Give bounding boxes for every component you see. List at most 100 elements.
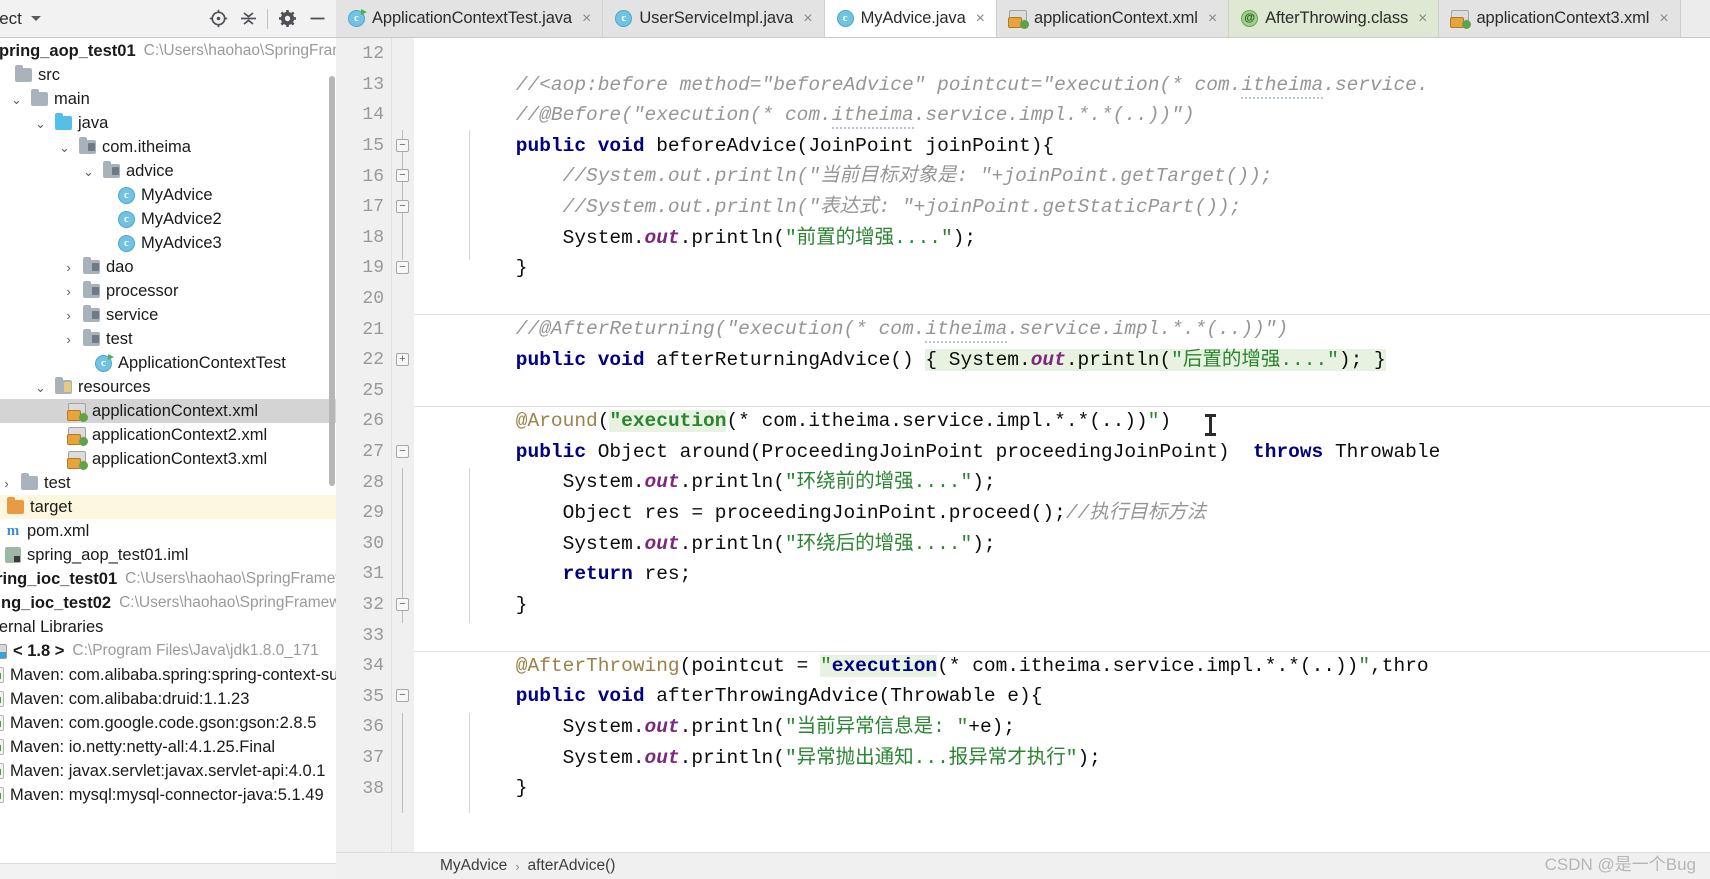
folder-icon	[21, 473, 38, 490]
tree-row[interactable]: › test	[0, 471, 336, 495]
fold-collapse-icon[interactable]: −	[396, 199, 409, 213]
line-number: 22	[362, 350, 384, 371]
tree-item-applicationcontext-xml[interactable]: applicationContext.xml	[0, 399, 336, 423]
project-panel-header: oject	[0, 0, 336, 37]
tree-row[interactable]: › test	[0, 327, 336, 351]
fold-collapse-icon[interactable]: −	[396, 261, 409, 275]
tree-row[interactable]: › processor	[0, 279, 336, 303]
project-panel-title[interactable]: oject	[0, 9, 22, 29]
tree-item-maven-lib[interactable]: Maven: io.netty:netty-all:4.1.25.Final	[0, 735, 336, 759]
tree-row[interactable]: ⌄ resources	[0, 375, 336, 399]
expand-arrow[interactable]: ›	[62, 333, 75, 346]
fold-collapse-icon[interactable]: −	[396, 597, 409, 611]
close-icon[interactable]: ×	[976, 10, 985, 27]
fold-expand-icon[interactable]: +	[396, 352, 409, 366]
tree-row[interactable]: ⌄ main	[0, 87, 336, 111]
expand-arrow[interactable]: ›	[0, 477, 13, 490]
tree-item-label: xternal Libraries	[0, 617, 104, 636]
editor-tab-afterthrowing-class[interactable]: @ AfterThrowing.class ×	[1229, 0, 1440, 37]
breadcrumb-method[interactable]: afterAdvice()	[528, 857, 616, 875]
tree-row[interactable]: ⌄ advice	[0, 159, 336, 183]
tree-item-maven-lib[interactable]: Maven: mysql:mysql-connector-java:5.1.49	[0, 783, 336, 807]
source-folder-icon	[55, 113, 72, 130]
editor-tab-applicationcontext-xml[interactable]: applicationContext.xml ×	[997, 0, 1230, 37]
expand-arrow[interactable]: ›	[62, 261, 75, 274]
maven-library-icon	[0, 715, 4, 731]
breadcrumb-class[interactable]: MyAdvice	[440, 857, 507, 875]
project-tree[interactable]: pring_aop_test01 C:\Users\haohao\SpringF…	[0, 38, 336, 879]
fold-collapse-icon[interactable]: −	[396, 689, 409, 703]
tree-row[interactable]: c MyAdvice	[0, 183, 336, 207]
tree-item-spring-ioc-test02[interactable]: ring_ioc_test02 C:\Users\haohao\SpringFr…	[0, 591, 336, 615]
project-tree-scrollbar[interactable]	[329, 76, 335, 486]
tree-item-label: resources	[78, 377, 151, 396]
package-icon	[79, 137, 96, 154]
tree-item-applicationcontext3-xml[interactable]: applicationContext3.xml	[0, 447, 336, 471]
expand-arrow[interactable]: ⌄	[34, 381, 47, 394]
tree-item-label: MyAdvice	[141, 185, 213, 204]
fold-collapse-icon[interactable]: −	[396, 169, 409, 183]
tree-bottom-strip	[0, 863, 336, 879]
tree-row[interactable]: › service	[0, 303, 336, 327]
tree-item-applicationcontext2-xml[interactable]: applicationContext2.xml	[0, 423, 336, 447]
collapse-all-icon[interactable]	[233, 4, 263, 34]
tree-item-maven-lib[interactable]: Maven: com.google.code.gson:gson:2.8.5	[0, 711, 336, 735]
code-line-15: public void beforeAdvice(JoinPoint joinP…	[469, 134, 1055, 157]
tree-item-jdk[interactable]: < 1.8 > C:\Program Files\Java\jdk1.8.0_1…	[0, 639, 336, 663]
close-icon[interactable]: ×	[582, 10, 591, 27]
editor-tab-userserviceimpl[interactable]: c UserServiceImpl.java ×	[603, 0, 825, 37]
line-number: 20	[362, 289, 384, 310]
tree-item-external-libraries[interactable]: xternal Libraries	[0, 615, 336, 639]
chevron-down-icon[interactable]	[30, 16, 41, 21]
locate-icon[interactable]	[203, 4, 233, 34]
top-bar: oject c ApplicationC	[0, 0, 1710, 38]
breadcrumb[interactable]: MyAdvice › afterAdvice()	[336, 852, 1710, 879]
tree-item-pom-xml[interactable]: m pom.xml	[0, 519, 336, 543]
expand-arrow[interactable]: ›	[62, 285, 75, 298]
tree-item-maven-lib[interactable]: Maven: com.alibaba.spring:spring-context…	[0, 663, 336, 687]
tree-item-spring-ioc-test01[interactable]: pring_ioc_test01 C:\Users\haohao\SpringF…	[0, 567, 336, 591]
line-number: 38	[362, 778, 384, 799]
fold-collapse-icon[interactable]: −	[396, 444, 409, 458]
expand-arrow[interactable]: ⌄	[58, 141, 71, 154]
code-folding-gutter[interactable]: − − − − + − − −	[392, 38, 414, 852]
hide-panel-icon[interactable]	[302, 4, 332, 34]
line-number: 19	[362, 258, 384, 279]
close-icon[interactable]: ×	[1418, 10, 1427, 27]
tree-row[interactable]: c ApplicationContextTest	[0, 351, 336, 375]
expand-arrow[interactable]: ›	[62, 309, 75, 322]
expand-arrow[interactable]: ⌄	[10, 93, 23, 106]
tree-item-label: src	[38, 65, 60, 84]
tree-item-label: Maven: javax.servlet:javax.servlet-api:4…	[10, 761, 326, 780]
tree-row[interactable]: c MyAdvice3	[0, 231, 336, 255]
editor-tab-applicationcontexttest[interactable]: c ApplicationContextTest.java ×	[336, 0, 604, 37]
expand-arrow[interactable]: ⌄	[34, 117, 47, 130]
settings-gear-icon[interactable]	[272, 4, 302, 34]
fold-collapse-icon[interactable]: −	[396, 138, 409, 152]
tab-label: AfterThrowing.class	[1265, 9, 1409, 27]
tree-row[interactable]: ⌄ java	[0, 111, 336, 135]
editor-tab-applicationcontext3-xml[interactable]: applicationContext3.xml ×	[1439, 0, 1681, 37]
tree-row[interactable]: › dao	[0, 255, 336, 279]
tree-item-maven-lib[interactable]: Maven: com.alibaba:druid:1.1.23	[0, 687, 336, 711]
folder-icon	[15, 65, 32, 82]
maven-library-icon	[0, 691, 4, 707]
tree-item-iml[interactable]: spring_aop_test01.iml	[0, 543, 336, 567]
tree-item-maven-lib[interactable]: Maven: javax.servlet:javax.servlet-api:4…	[0, 759, 336, 783]
close-icon[interactable]: ×	[1208, 10, 1217, 27]
tree-item-label: dao	[106, 257, 134, 276]
code-area[interactable]: 12 13 14 15 16 17 18 19 20 21 22 25 26 m…	[336, 38, 1710, 852]
editor-tab-myadvice[interactable]: c MyAdvice.java ×	[824, 0, 997, 37]
tree-row[interactable]: src	[0, 63, 336, 87]
close-icon[interactable]: ×	[803, 10, 812, 27]
expand-arrow[interactable]: ⌄	[82, 165, 95, 178]
tree-row[interactable]: ⌄ com.itheima	[0, 135, 336, 159]
tree-row[interactable]: pring_aop_test01 C:\Users\haohao\SpringF…	[0, 39, 336, 63]
close-icon[interactable]: ×	[1659, 10, 1668, 27]
tree-item-target[interactable]: target	[0, 495, 336, 519]
code-text[interactable]: //<aop:before method="beforeAdvice" poin…	[414, 38, 1710, 852]
tree-row[interactable]: c MyAdvice2	[0, 207, 336, 231]
folder-icon	[31, 89, 48, 106]
line-number-gutter: 12 13 14 15 16 17 18 19 20 21 22 25 26 m…	[336, 38, 392, 852]
maven-library-icon	[0, 739, 4, 755]
